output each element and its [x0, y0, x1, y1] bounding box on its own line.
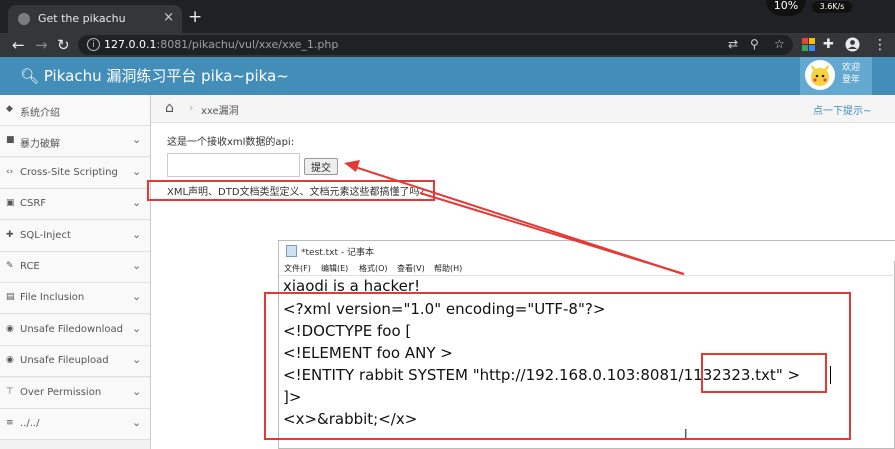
annotation-arrows [344, 160, 685, 275]
arrowhead-icon [344, 160, 360, 172]
arrow-line-to-tip [419, 192, 685, 275]
